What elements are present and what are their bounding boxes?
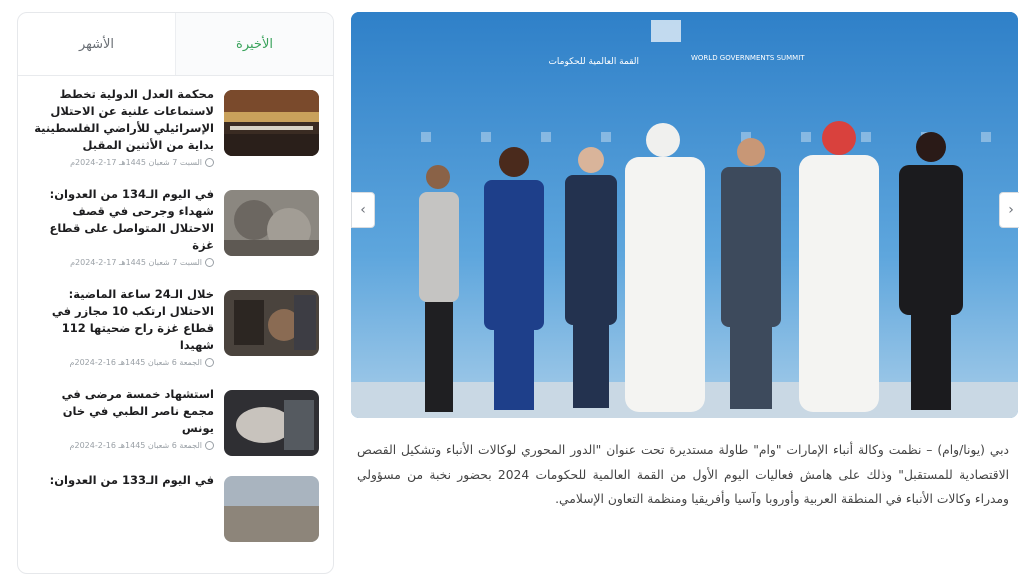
news-list: محكمة العدل الدولية تخطط لاستماعات علنية… <box>18 76 333 542</box>
clock-icon <box>205 258 214 267</box>
prev-slide-button[interactable]: ‹ <box>351 192 375 228</box>
clock-icon <box>205 358 214 367</box>
banner-en: WORLD GOVERNMENTS SUMMIT <box>691 54 805 62</box>
news-thumbnail[interactable] <box>224 476 319 542</box>
news-date: الجمعة 6 شعبان 1445هـ 16-2-2024م <box>69 358 202 367</box>
article-paragraph: دبي (يونا/وام) – نظمت وكالة أنباء الإمار… <box>357 443 1010 506</box>
news-title[interactable]: خلال الـ24 ساعة الماضية: الاحتلال ارتكب … <box>30 286 214 354</box>
chevron-right-icon: › <box>1008 202 1014 218</box>
news-sidebar: الأشهر الأخيرة محكمة العدل الدولية تخطط … <box>17 12 334 574</box>
tab-popular[interactable]: الأشهر <box>18 13 175 75</box>
news-thumbnail[interactable] <box>224 290 319 356</box>
hero-image: القمة العالمية للحكومات WORLD GOVERNMENT… <box>351 12 1018 418</box>
tab-latest[interactable]: الأخيرة <box>175 13 333 75</box>
list-item[interactable]: استشهاد خمسة مرضى في مجمع ناصر الطبي في … <box>30 386 319 456</box>
banner-ar: القمة العالمية للحكومات <box>548 57 639 67</box>
next-slide-button[interactable]: › <box>999 192 1019 228</box>
news-date: السبت 7 شعبان 1445هـ 17-2-2024م <box>70 158 202 167</box>
news-title[interactable]: استشهاد خمسة مرضى في مجمع ناصر الطبي في … <box>30 386 214 437</box>
list-item[interactable]: في اليوم الـ133 من العدوان: <box>30 472 319 542</box>
chevron-left-icon: ‹ <box>360 202 366 218</box>
article-body: دبي (يونا/وام) – نظمت وكالة أنباء الإمار… <box>357 438 1009 512</box>
clock-icon <box>205 158 214 167</box>
list-item[interactable]: خلال الـ24 ساعة الماضية: الاحتلال ارتكب … <box>30 286 319 370</box>
news-date: الجمعة 6 شعبان 1445هـ 16-2-2024م <box>69 441 202 450</box>
news-title[interactable]: في اليوم الـ134 من العدوان: شهداء وجرحى … <box>30 186 215 254</box>
list-item[interactable]: في اليوم الـ134 من العدوان: شهداء وجرحى … <box>30 186 319 270</box>
news-thumbnail[interactable] <box>224 190 319 256</box>
list-item[interactable]: محكمة العدل الدولية تخطط لاستماعات علنية… <box>30 86 319 170</box>
clock-icon <box>205 441 214 450</box>
news-thumbnail[interactable] <box>224 90 319 156</box>
sidebar-tabs: الأشهر الأخيرة <box>18 13 333 76</box>
news-date: السبت 7 شعبان 1445هـ 17-2-2024م <box>70 258 202 267</box>
news-thumbnail[interactable] <box>224 390 319 456</box>
news-title[interactable]: محكمة العدل الدولية تخطط لاستماعات علنية… <box>30 86 214 154</box>
news-title[interactable]: في اليوم الـ133 من العدوان: <box>30 472 214 489</box>
